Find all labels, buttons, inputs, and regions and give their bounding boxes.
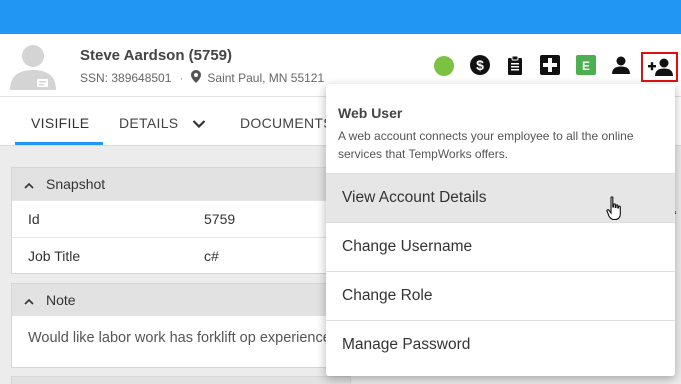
row-value: 5759: [204, 211, 236, 227]
person-icon[interactable]: [610, 54, 632, 76]
svg-text:E: E: [582, 59, 590, 73]
menu-item-change-username[interactable]: Change Username: [326, 222, 675, 271]
row-key: Id: [28, 211, 40, 227]
separator-dot: ·: [179, 71, 184, 85]
status-indicator-icon[interactable]: [434, 56, 454, 76]
collapsed-card[interactable]: [11, 376, 351, 384]
ssn-text: SSN: 389648501: [80, 71, 172, 85]
popup-title: Web User: [338, 105, 403, 121]
snapshot-row-job-title: Job Title c#: [12, 237, 350, 274]
partial-red-mark: ‘: [674, 208, 677, 223]
note-text: Would like labor work has forklift op ex…: [28, 330, 331, 346]
chevron-up-icon[interactable]: [24, 176, 34, 192]
row-value: c#: [204, 248, 219, 264]
menu-item-change-role[interactable]: Change Role: [326, 271, 675, 320]
snapshot-row-id: Id 5759: [12, 200, 350, 237]
tab-visifile[interactable]: VISIFILE: [31, 115, 89, 131]
top-app-bar: [0, 0, 681, 34]
location-text: Saint Paul, MN 55121: [207, 71, 325, 85]
tab-documents[interactable]: DOCUMENTS: [240, 115, 333, 131]
chevron-down-icon[interactable]: [192, 116, 206, 134]
clipboard-icon[interactable]: [504, 54, 526, 76]
snapshot-header[interactable]: Snapshot: [12, 168, 350, 200]
employee-meta: SSN: 389648501 · Saint Paul, MN 55121: [80, 70, 324, 86]
chevron-up-icon[interactable]: [24, 292, 34, 308]
e-verify-icon[interactable]: E: [575, 54, 597, 76]
snapshot-card: Snapshot Id 5759 Job Title c#: [11, 167, 351, 274]
svg-text:$: $: [476, 57, 484, 73]
web-user-menu: Web User A web account connects your emp…: [326, 84, 675, 376]
note-header[interactable]: Note: [12, 284, 350, 316]
note-title: Note: [46, 292, 76, 308]
row-key: Job Title: [28, 248, 81, 264]
menu-item-manage-password[interactable]: Manage Password: [326, 320, 675, 369]
snapshot-title: Snapshot: [46, 176, 106, 192]
active-tab-indicator: [15, 142, 103, 145]
avatar: [6, 42, 60, 90]
dollar-icon[interactable]: $: [469, 54, 491, 76]
popup-description: A web account connects your employee to …: [338, 129, 634, 161]
medical-plus-icon[interactable]: [539, 54, 561, 76]
location-pin-icon: [191, 70, 202, 86]
hand-cursor-icon: [606, 196, 624, 227]
tab-details[interactable]: DETAILS: [119, 115, 178, 131]
note-card: Note Would like labor work has forklift …: [11, 283, 351, 368]
employee-name: Steve Aardson (5759): [80, 47, 233, 64]
add-user-icon[interactable]: [641, 52, 678, 82]
